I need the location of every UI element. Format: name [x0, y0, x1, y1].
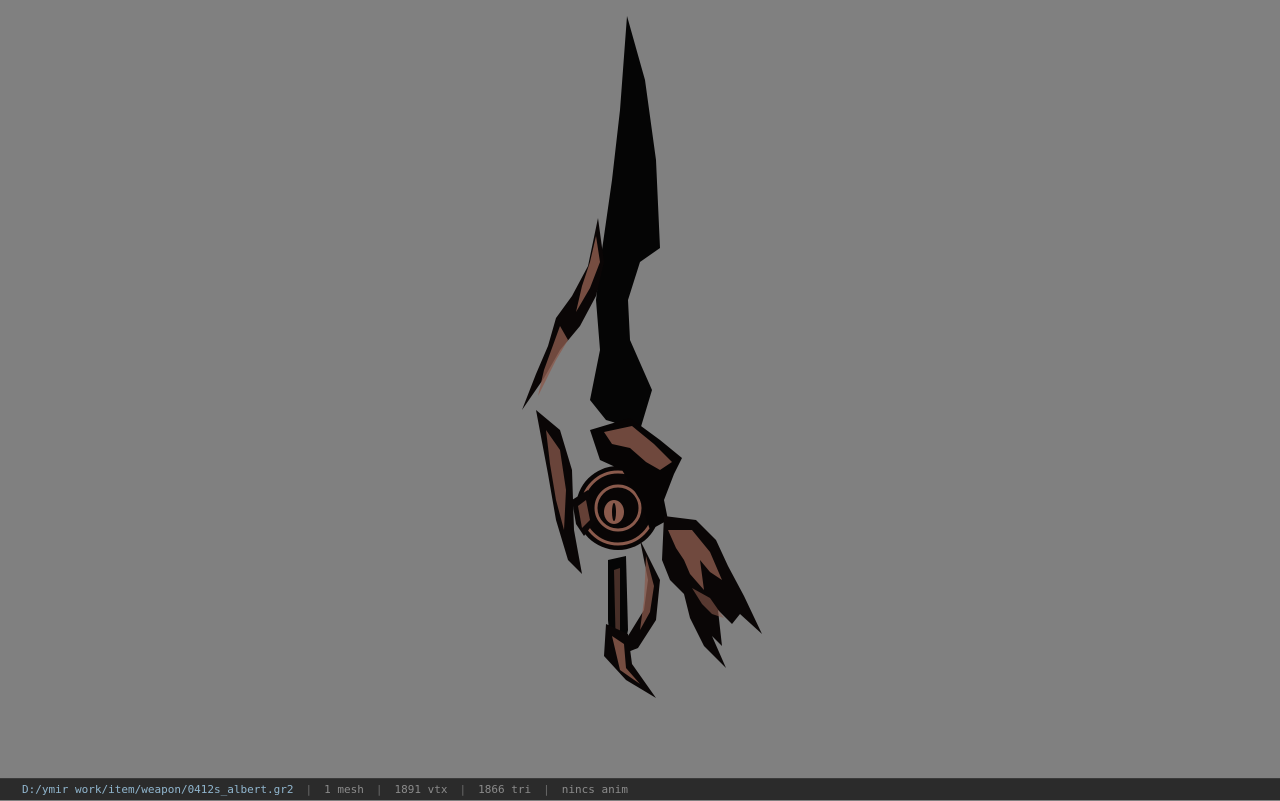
model-viewport[interactable] [0, 0, 1280, 778]
animation-label: nincs anim [561, 783, 628, 796]
separator: | [459, 783, 467, 796]
separator: | [375, 783, 383, 796]
file-path-label: D:/ymir work/item/weapon/0412s_albert.gr… [22, 783, 294, 796]
mesh-count-label: 1 mesh [324, 783, 364, 796]
triangle-count-label: 1866 tri [478, 783, 532, 796]
upper-guard-fin [522, 218, 604, 410]
vertex-count-label: 1891 vtx [394, 783, 448, 796]
sword-blade [590, 16, 660, 430]
status-bar: D:/ymir work/item/weapon/0412s_albert.gr… [0, 778, 1280, 800]
separator: | [543, 783, 550, 796]
separator: | [305, 783, 313, 796]
sword-model [522, 16, 762, 698]
